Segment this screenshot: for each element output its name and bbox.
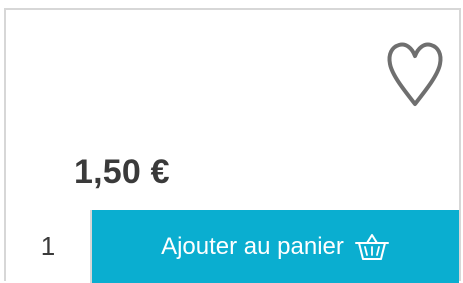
add-to-cart-label: Ajouter au panier xyxy=(161,233,344,260)
heart-icon[interactable] xyxy=(386,38,444,110)
product-card: 1,50 € 1 Ajouter au panier xyxy=(4,8,461,283)
quantity-value[interactable]: 1 xyxy=(6,210,92,283)
purchase-row: 1 Ajouter au panier xyxy=(6,210,459,283)
add-to-cart-button[interactable]: Ajouter au panier xyxy=(92,210,459,283)
basket-icon xyxy=(354,234,389,260)
product-price: 1,50 € xyxy=(74,153,170,191)
